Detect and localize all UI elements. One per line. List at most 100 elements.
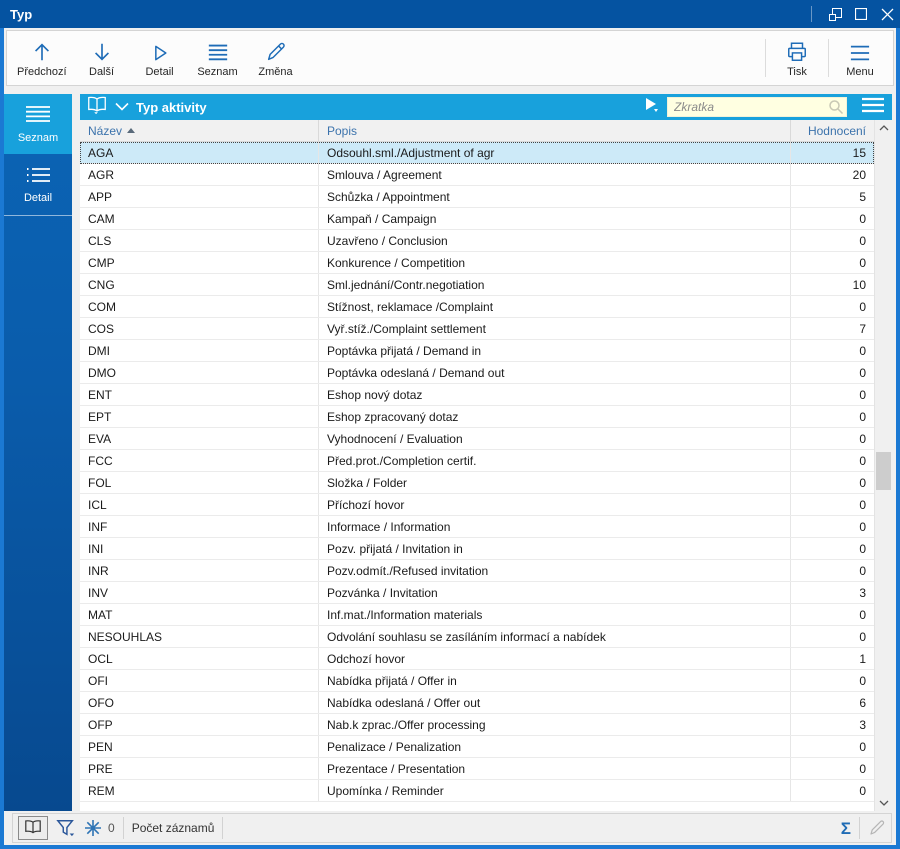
table-row[interactable]: INV Pozvánka / Invitation 3 — [80, 582, 874, 604]
cell-nazev: OFI — [88, 673, 108, 688]
toolbar: Předchozí Další Detail Seznam Změna Tisk… — [6, 30, 894, 86]
table-row[interactable]: NESOUHLAS Odvolání souhlasu se zasíláním … — [80, 626, 874, 648]
table-row[interactable]: CMP Konkurence / Competition 0 — [80, 252, 874, 274]
table-row[interactable]: INI Pozv. přijatá / Invitation in 0 — [80, 538, 874, 560]
detail-list-icon — [24, 167, 52, 186]
table-row[interactable]: INR Pozv.odmít./Refused invitation 0 — [80, 560, 874, 582]
cell-popis: Uzavřeno / Conclusion — [318, 230, 790, 251]
printer-icon — [785, 39, 809, 63]
cell-hodnoceni: 1 — [790, 648, 874, 669]
grid-menu-icon[interactable] — [860, 96, 886, 119]
search-input[interactable] — [667, 97, 847, 117]
search-icon — [828, 99, 844, 120]
table-row[interactable]: FOL Složka / Folder 0 — [80, 472, 874, 494]
content-area: Seznam Detail Typ aktivity Zkratka Název… — [4, 94, 896, 811]
cell-hodnoceni: 20 — [790, 164, 874, 185]
sidebar-item-detail[interactable]: Detail — [4, 156, 72, 216]
table-row[interactable]: OFP Nab.k zprac./Offer processing 3 — [80, 714, 874, 736]
table-row[interactable]: COM Stížnost, reklamace /Complaint 0 — [80, 296, 874, 318]
table-wrap: Název Popis Hodnocení AGA Odsouhl.sml./Ad… — [80, 120, 892, 811]
table-row[interactable]: OFO Nabídka odeslaná / Offer out 6 — [80, 692, 874, 714]
table-row[interactable]: FCC Před.prot./Completion certif. 0 — [80, 450, 874, 472]
seznam-button[interactable]: Seznam — [189, 31, 247, 85]
table-row[interactable]: DMI Poptávka přijatá / Demand in 0 — [80, 340, 874, 362]
scrollbar-thumb[interactable] — [876, 451, 891, 490]
cell-popis: Konkurence / Competition — [318, 252, 790, 273]
book-icon — [23, 819, 43, 838]
cell-hodnoceni: 0 — [790, 230, 874, 251]
sum-button[interactable]: Σ — [841, 820, 851, 837]
window-body: Předchozí Další Detail Seznam Změna Tisk… — [4, 28, 896, 845]
titlebar: Typ — [0, 0, 900, 28]
cell-popis: Upomínka / Reminder — [318, 780, 790, 801]
cell-hodnoceni: 10 — [790, 274, 874, 295]
dock-window-button[interactable] — [822, 0, 848, 28]
change-button[interactable]: Změna — [247, 31, 305, 85]
previous-button[interactable]: Předchozí — [11, 31, 73, 85]
next-button[interactable]: Další — [73, 31, 131, 85]
column-header-hodnoceni[interactable]: Hodnocení — [790, 120, 874, 141]
table-row[interactable]: AGR Smlouva / Agreement 20 — [80, 164, 874, 186]
statusbar-separator — [859, 817, 860, 839]
cell-popis: Eshop nový dotaz — [318, 384, 790, 405]
main-panel: Typ aktivity Zkratka Název Popis Hodnoce… — [80, 94, 892, 811]
scroll-down-icon[interactable] — [875, 795, 892, 811]
cell-hodnoceni: 0 — [790, 516, 874, 537]
table-row[interactable]: CLS Uzavřeno / Conclusion 0 — [80, 230, 874, 252]
table-row[interactable]: OCL Odchozí hovor 1 — [80, 648, 874, 670]
table-row[interactable]: REM Upomínka / Reminder 0 — [80, 780, 874, 802]
book-view-button[interactable] — [18, 816, 48, 840]
filter-icon[interactable] — [56, 818, 76, 838]
table-row[interactable]: COS Vyř.stíž./Complaint settlement 7 — [80, 318, 874, 340]
menu-button[interactable]: Menu — [831, 31, 889, 85]
cell-hodnoceni: 0 — [790, 780, 874, 801]
table-row[interactable]: AGA Odsouhl.sml./Adjustment of agr 15 — [80, 142, 874, 164]
table-row[interactable]: PRE Prezentace / Presentation 0 — [80, 758, 874, 780]
window-controls — [805, 0, 900, 28]
maximize-button[interactable] — [848, 0, 874, 28]
cell-nazev: OFP — [88, 717, 113, 732]
table-row[interactable]: EVA Vyhodnocení / Evaluation 0 — [80, 428, 874, 450]
cell-hodnoceni: 3 — [790, 582, 874, 603]
cell-hodnoceni: 0 — [790, 406, 874, 427]
table-row[interactable]: APP Schůzka / Appointment 5 — [80, 186, 874, 208]
change-button-label: Změna — [258, 65, 293, 78]
cell-nazev: INI — [88, 541, 104, 556]
list-lines-icon — [206, 39, 230, 63]
cell-nazev: PEN — [88, 739, 113, 754]
cell-popis: Prezentace / Presentation — [318, 758, 790, 779]
table-row[interactable]: ICL Příchozí hovor 0 — [80, 494, 874, 516]
table-row[interactable]: PEN Penalizace / Penalization 0 — [80, 736, 874, 758]
table-row[interactable]: OFI Nabídka přijatá / Offer in 0 — [80, 670, 874, 692]
snowflake-icon[interactable] — [84, 819, 102, 837]
cell-nazev: NESOUHLAS — [88, 629, 163, 644]
list-lines-icon — [24, 105, 52, 126]
cell-popis: Pozvánka / Invitation — [318, 582, 790, 603]
cell-nazev: EPT — [88, 409, 112, 424]
table-row[interactable]: ENT Eshop nový dotaz 0 — [80, 384, 874, 406]
detail-button-label: Detail — [145, 65, 174, 78]
cell-popis: Inf.mat./Information materials — [318, 604, 790, 625]
table-row[interactable]: MAT Inf.mat./Information materials 0 — [80, 604, 874, 626]
table-row[interactable]: DMO Poptávka odeslaná / Demand out 0 — [80, 362, 874, 384]
play-search-icon[interactable] — [644, 97, 660, 118]
cell-nazev: ICL — [88, 497, 107, 512]
cell-nazev: MAT — [88, 607, 113, 622]
table-row[interactable]: CAM Kampaň / Campaign 0 — [80, 208, 874, 230]
table-row[interactable]: CNG Sml.jednání/Contr.negotiation 10 — [80, 274, 874, 296]
close-button[interactable] — [874, 0, 900, 28]
chevron-down-icon[interactable] — [115, 98, 129, 116]
book-icon[interactable] — [86, 95, 108, 119]
sidebar-item-seznam[interactable]: Seznam — [4, 94, 72, 154]
table-row[interactable]: EPT Eshop zpracovaný dotaz 0 — [80, 406, 874, 428]
cell-hodnoceni: 0 — [790, 362, 874, 383]
print-button[interactable]: Tisk — [768, 31, 826, 85]
table-row[interactable]: INF Informace / Information 0 — [80, 516, 874, 538]
column-header-nazev[interactable]: Název — [80, 120, 318, 141]
detail-button[interactable]: Detail — [131, 31, 189, 85]
dock-window-icon — [828, 7, 842, 21]
column-header-popis[interactable]: Popis — [318, 120, 790, 141]
cell-popis: Pozv. přijatá / Invitation in — [318, 538, 790, 559]
vertical-scrollbar[interactable] — [874, 120, 892, 811]
scroll-up-icon[interactable] — [875, 120, 892, 136]
